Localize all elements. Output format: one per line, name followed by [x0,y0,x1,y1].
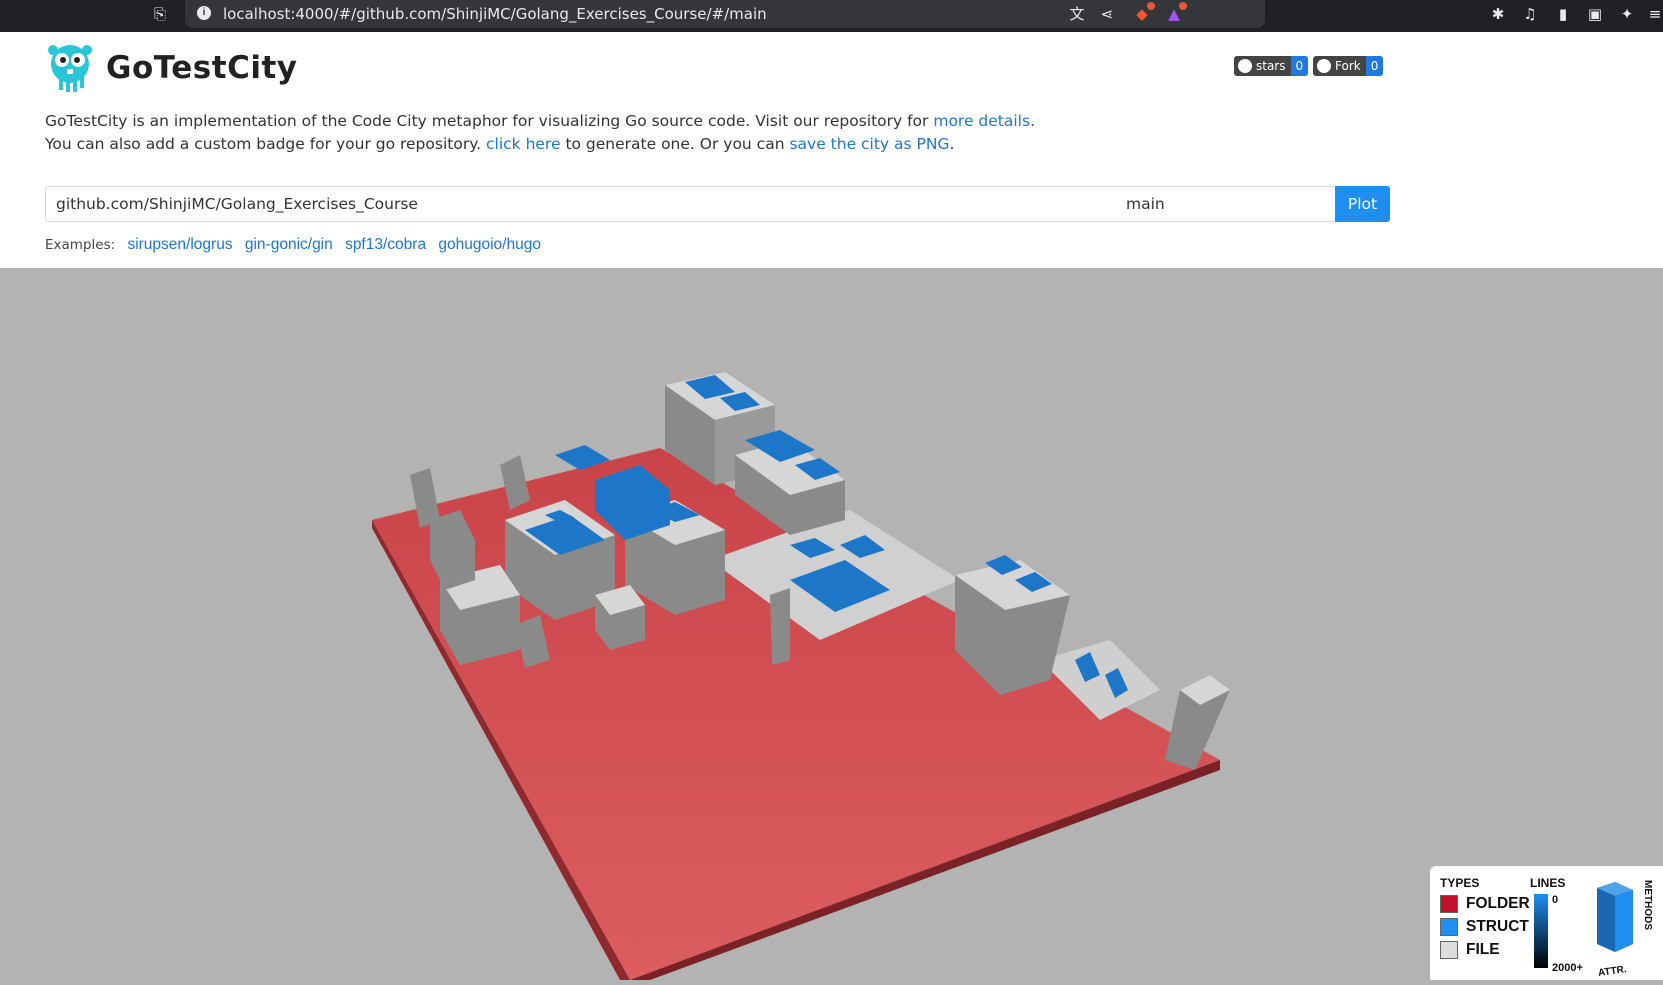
menu-icon[interactable]: ≡ [1645,4,1663,24]
extensions-icon[interactable]: ✱ [1488,4,1508,24]
translate-icon[interactable]: 文 [1067,4,1087,24]
bookmark-icon[interactable]: ⎘ [150,4,170,24]
github-stars-button[interactable]: stars 0 [1234,56,1309,76]
examples-label: Examples: [45,237,116,253]
branch-input[interactable] [1116,186,1336,222]
badge-link[interactable]: click here [486,135,561,153]
address-url[interactable]: localhost:4000/#/github.com/ShinjiMC/Gol… [223,5,767,23]
legend-file: FILE [1440,940,1500,960]
leo-icon[interactable]: ✦ [1617,4,1637,24]
repository-input[interactable] [45,186,1117,222]
description-line-1: GoTestCity is an implementation of the C… [45,112,1035,130]
sidebar-icon[interactable]: ▮ [1553,4,1573,24]
file-building[interactable] [770,588,790,665]
stars-count: 0 [1290,56,1309,76]
example-link[interactable]: gin-gonic/gin [245,236,333,253]
plot-button[interactable]: Plot [1335,186,1390,222]
save-png-link[interactable]: save the city as PNG [789,135,949,153]
address-bar[interactable]: i localhost:4000/#/github.com/ShinjiMC/G… [185,0,1265,28]
methods-attr-cube-icon [1597,882,1633,952]
methods-label: METHODS [1642,880,1653,930]
struct-swatch [1440,918,1458,936]
legend-lines-title: LINES [1530,876,1566,890]
description-line-2: You can also add a custom badge for your… [45,135,955,153]
page-title: GoTestCity [106,50,298,86]
city-canvas[interactable] [0,268,1663,980]
brave-shield-icon[interactable]: ◆ [1132,2,1155,24]
share-icon[interactable]: ⋖ [1097,4,1117,24]
github-fork-button[interactable]: Fork 0 [1313,56,1384,76]
legend-types-title: TYPES [1440,876,1480,890]
file-building[interactable] [1165,675,1230,770]
city-render[interactable] [0,268,1663,980]
more-details-link[interactable]: more details [933,112,1030,130]
legend-panel: TYPES LINES FOLDER STRUCT FILE 0 2000+ M… [1430,866,1663,980]
fork-label: Fork [1335,59,1361,73]
page-header: GoTestCity stars 0 Fork 0 GoTestCity is an… [0,32,1663,268]
folder-swatch [1440,895,1458,913]
info-icon[interactable]: i [197,6,211,20]
legend-struct: STRUCT [1440,917,1529,937]
lines-min-label: 0 [1552,894,1559,906]
media-icon[interactable]: ♫ [1520,4,1540,24]
attr-label: ATTR. [1597,964,1628,979]
gopher-logo-icon [48,45,92,92]
browser-toolbar: ⎘ i localhost:4000/#/github.com/ShinjiMC… [0,0,1663,32]
fork-count: 0 [1365,56,1384,76]
examples-row: Examples: sirupsen/logrus gin-gonic/gin … [45,236,541,254]
stars-label: stars [1256,59,1286,73]
lines-max-label: 2000+ [1552,962,1583,974]
wallet-icon[interactable]: ▣ [1585,4,1605,24]
github-icon [1317,59,1331,73]
example-link[interactable]: spf13/cobra [345,236,426,253]
example-link[interactable]: sirupsen/logrus [127,236,232,253]
example-link[interactable]: gohugoio/hugo [438,236,541,253]
github-icon [1238,59,1252,73]
brave-rewards-icon[interactable]: ▲ [1164,2,1187,24]
lines-gradient-bar [1534,894,1548,968]
file-swatch [1440,941,1458,959]
legend-folder: FOLDER [1440,894,1530,914]
